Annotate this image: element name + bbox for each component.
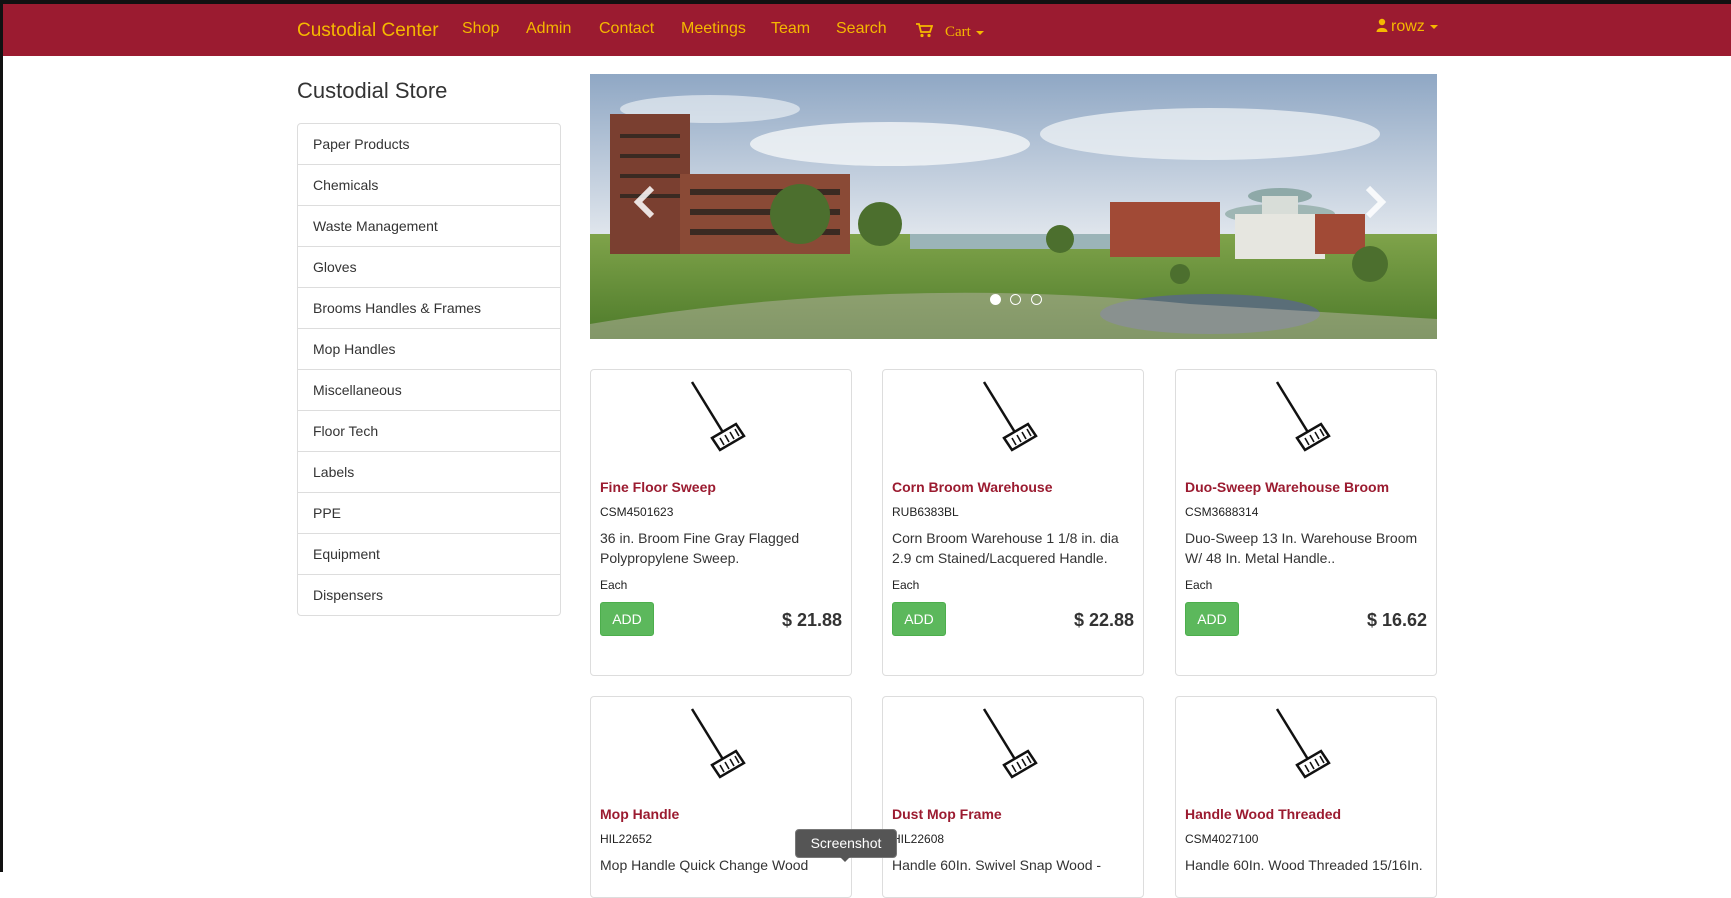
sidebar-item-paper-products[interactable]: Paper Products (298, 124, 560, 164)
sidebar-item-chemicals[interactable]: Chemicals (298, 164, 560, 205)
product-description: 36 in. Broom Fine Gray Flagged Polypropy… (600, 530, 800, 566)
product-card: Mop Handle HIL22652 Mop Handle Quick Cha… (590, 696, 852, 898)
cart-icon[interactable] (915, 22, 933, 38)
user-icon (1376, 18, 1388, 32)
product-sku: RUB6383BL (892, 505, 959, 519)
sidebar-item-waste-management[interactable]: Waste Management (298, 205, 560, 246)
product-name[interactable]: Duo-Sweep Warehouse Broom (1185, 479, 1389, 495)
product-name[interactable]: Corn Broom Warehouse (892, 479, 1053, 495)
chevron-down-icon (975, 30, 984, 35)
sidebar-item-labels[interactable]: Labels (298, 451, 560, 492)
store-title: Custodial Store (297, 78, 448, 103)
add-to-cart-button[interactable]: ADD (600, 602, 654, 636)
nav-link-admin[interactable]: Admin (526, 20, 571, 38)
sidebar-item-dispensers[interactable]: Dispensers (298, 574, 560, 615)
window-left-edge (0, 0, 3, 872)
product-card: Dust Mop Frame HIL22608 Handle 60In. Swi… (882, 696, 1144, 898)
product-unit: Each (892, 578, 920, 592)
product-name[interactable]: Mop Handle (600, 806, 679, 822)
product-name[interactable]: Fine Floor Sweep (600, 479, 716, 495)
product-sku: HIL22652 (600, 832, 653, 846)
broom-icon (982, 381, 1038, 452)
product-sku: CSM4027100 (1185, 832, 1259, 846)
sidebar-item-ppe[interactable]: PPE (298, 492, 560, 533)
chevron-down-icon (1429, 24, 1438, 29)
broom-icon (1275, 381, 1331, 452)
sidebar-item-equipment[interactable]: Equipment (298, 533, 560, 574)
screenshot-tooltip: Screenshot (795, 829, 897, 858)
cart-label: Cart (945, 24, 971, 40)
nav-link-meetings[interactable]: Meetings (681, 20, 746, 38)
broom-icon (982, 708, 1038, 779)
carousel-next-icon[interactable] (1360, 182, 1390, 222)
product-price: $ 21.88 (781, 610, 842, 630)
broom-icon (690, 381, 746, 452)
sidebar-item-mop-handles[interactable]: Mop Handles (298, 328, 560, 369)
carousel-prev-icon[interactable] (630, 182, 660, 222)
product-sku: CSM3688314 (1185, 505, 1259, 519)
top-navbar: Custodial Center Shop Admin Contact Meet… (3, 4, 1731, 56)
add-to-cart-button[interactable]: ADD (1185, 602, 1239, 636)
product-unit: Each (600, 578, 628, 592)
product-description: Handle 60In. Wood Threaded 15/16In. (1185, 857, 1423, 873)
cart-dropdown[interactable]: Cart (945, 24, 984, 41)
product-unit: Each (1185, 578, 1213, 592)
hero-carousel (590, 74, 1437, 339)
user-name: rowz (1391, 18, 1425, 35)
nav-link-contact[interactable]: Contact (599, 20, 654, 38)
carousel-indicators (990, 292, 1047, 310)
nav-link-shop[interactable]: Shop (462, 20, 499, 38)
product-card: Fine Floor Sweep CSM4501623 36 in. Broom… (590, 369, 852, 676)
product-name[interactable]: Dust Mop Frame (892, 806, 1002, 822)
sidebar-item-brooms-handles-frames[interactable]: Brooms Handles & Frames (298, 287, 560, 328)
product-card: Corn Broom Warehouse RUB6383BL Corn Broo… (882, 369, 1144, 676)
product-name[interactable]: Handle Wood Threaded (1185, 806, 1341, 822)
broom-icon (690, 708, 746, 779)
product-sku: CSM4501623 (600, 505, 674, 519)
product-card: Duo-Sweep Warehouse Broom CSM3688314 Duo… (1175, 369, 1437, 676)
sidebar-item-gloves[interactable]: Gloves (298, 246, 560, 287)
sidebar-item-floor-tech[interactable]: Floor Tech (298, 410, 560, 451)
product-description: Corn Broom Warehouse 1 1/8 in. dia 2.9 c… (892, 530, 1119, 566)
nav-link-search[interactable]: Search (836, 20, 887, 38)
broom-icon (1275, 708, 1331, 779)
product-description: Duo-Sweep 13 In. Warehouse Broom W/ 48 I… (1185, 530, 1418, 566)
product-sku: HIL22608 (892, 832, 945, 846)
product-card: Handle Wood Threaded CSM4027100 Handle 6… (1175, 696, 1437, 898)
carousel-dot-1[interactable] (990, 294, 1001, 305)
tooltip-arrow (839, 856, 851, 862)
carousel-dot-3[interactable] (1030, 294, 1042, 305)
sidebar-item-miscellaneous[interactable]: Miscellaneous (298, 369, 560, 410)
product-description: Handle 60In. Swivel Snap Wood - (892, 857, 1102, 873)
product-price: $ 22.88 (1073, 610, 1134, 630)
carousel-dot-2[interactable] (1010, 294, 1022, 305)
product-price: $ 16.62 (1366, 610, 1427, 630)
user-menu-dropdown[interactable]: rowz (1376, 18, 1438, 36)
nav-link-team[interactable]: Team (771, 20, 810, 38)
brand-link[interactable]: Custodial Center (297, 20, 439, 42)
category-sidebar: Paper Products Chemicals Waste Managemen… (297, 123, 561, 616)
product-description: Mop Handle Quick Change Wood (600, 857, 809, 873)
add-to-cart-button[interactable]: ADD (892, 602, 946, 636)
